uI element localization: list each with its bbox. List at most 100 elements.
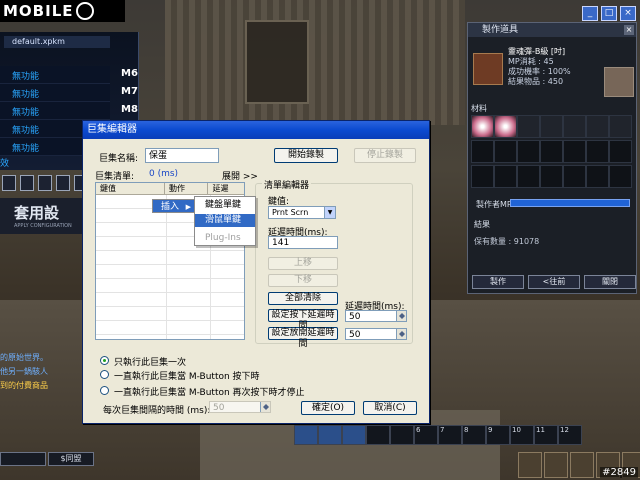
cancel-button[interactable]: 取消(C) xyxy=(363,401,417,415)
post-number-watermark: #2849 xyxy=(600,467,638,478)
file-icon[interactable] xyxy=(2,175,16,191)
hotbar-slot[interactable]: 8 xyxy=(462,425,486,445)
material-slot[interactable] xyxy=(471,140,494,163)
start-record-button[interactable]: 開始錄製 xyxy=(274,148,338,163)
chevron-down-icon[interactable]: ▼ xyxy=(324,207,335,218)
chat-tab-alliance[interactable]: $同盟 xyxy=(48,452,94,466)
hotbar-slot[interactable] xyxy=(342,425,366,445)
macro-name-input[interactable]: 保蛋 xyxy=(145,148,219,163)
macro-slot-row[interactable]: 無功能 M6 xyxy=(0,66,138,84)
chat-tab-button[interactable] xyxy=(0,452,46,466)
ok-button[interactable]: 確定(O) xyxy=(301,401,355,415)
material-slot[interactable] xyxy=(540,165,563,188)
spinner-icon[interactable] xyxy=(396,329,406,339)
clear-all-button[interactable]: 全部清除 xyxy=(268,292,338,305)
interval-input[interactable]: 50 xyxy=(209,401,271,413)
column-header-action[interactable]: 動作 xyxy=(165,183,209,194)
material-slot[interactable] xyxy=(540,140,563,163)
run-until-pressed-radio[interactable] xyxy=(100,386,109,395)
material-slot[interactable] xyxy=(517,165,540,188)
hotbar-slot[interactable]: 10 xyxy=(510,425,534,445)
column-header-key[interactable]: 鍵值 xyxy=(96,183,166,194)
run-once-radio[interactable] xyxy=(100,356,109,365)
close-button[interactable]: 關閉 xyxy=(584,275,636,289)
character-skill-icon[interactable] xyxy=(518,452,542,478)
submenu-arrow-icon: ▶ xyxy=(185,203,191,211)
hotbar-slot[interactable]: 11 xyxy=(534,425,558,445)
character-skill-icon[interactable] xyxy=(570,452,594,478)
hotbar-slot[interactable] xyxy=(318,425,342,445)
maximize-icon[interactable]: □ xyxy=(601,6,617,21)
materials-label: 材料 xyxy=(471,104,487,113)
craft-button[interactable]: 製作 xyxy=(472,275,524,289)
set-press-delay-button[interactable]: 設定按下延遲時間 xyxy=(268,309,338,331)
previous-button[interactable]: <往前 xyxy=(528,275,580,289)
save-icon[interactable] xyxy=(38,175,52,191)
macro-slot-row[interactable]: 無功能 M7 xyxy=(0,84,138,102)
dialog-title-bar[interactable]: 巨集編輯器 xyxy=(83,121,429,139)
hotbar-slot[interactable] xyxy=(294,425,318,445)
hotbar-slot[interactable] xyxy=(366,425,390,445)
column-header-delay[interactable]: 延遲(ms) xyxy=(208,183,244,205)
chat-line: 他另一鍋駭人 xyxy=(0,367,48,376)
material-slot[interactable] xyxy=(586,165,609,188)
material-slot[interactable] xyxy=(471,165,494,188)
material-slot[interactable] xyxy=(609,115,632,138)
apply-config-banner[interactable]: 套用設 APPLY CONFIGURATION xyxy=(0,198,82,234)
material-slot[interactable] xyxy=(586,115,609,138)
material-slot[interactable] xyxy=(609,165,632,188)
close-icon[interactable]: × xyxy=(620,6,636,21)
press-delay-input[interactable]: 50 xyxy=(345,310,407,322)
set-release-delay-button[interactable]: 設定放開延遲時間 xyxy=(268,327,338,349)
hotbar-slot[interactable]: 12 xyxy=(558,425,582,445)
hotbar-slot[interactable]: 6 xyxy=(414,425,438,445)
spinner-icon[interactable] xyxy=(260,402,270,412)
folder-icon[interactable] xyxy=(20,175,34,191)
crystal-material-slot[interactable] xyxy=(494,115,517,138)
material-slot[interactable] xyxy=(540,115,563,138)
key-select[interactable]: Prnt Scrn ▼ xyxy=(268,206,336,219)
menu-item-keyboard-key[interactable]: 鍵盤單鍵 xyxy=(195,199,255,212)
macro-file-name: default.xpkm xyxy=(4,36,110,48)
hotbar-slot[interactable]: 7 xyxy=(438,425,462,445)
crystal-material-slot[interactable] xyxy=(471,115,494,138)
stop-record-button[interactable]: 停止錄製 xyxy=(354,148,416,163)
minimize-icon[interactable]: _ xyxy=(582,6,598,21)
expand-link[interactable]: 展開 >> xyxy=(222,169,258,182)
maker-mp-bar xyxy=(510,199,630,207)
close-icon[interactable]: × xyxy=(624,25,634,35)
move-down-button[interactable]: 下移 xyxy=(268,274,338,287)
release-delay-input[interactable]: 50 xyxy=(345,328,407,340)
material-slot[interactable] xyxy=(563,140,586,163)
macro-slot-row[interactable]: 無功能 M8 xyxy=(0,102,138,120)
hotbar-slot[interactable]: 9 xyxy=(486,425,510,445)
logo-text: MOBILE xyxy=(3,2,74,20)
hotbar-slot[interactable] xyxy=(390,425,414,445)
material-slot[interactable] xyxy=(563,115,586,138)
move-up-button[interactable]: 上移 xyxy=(268,257,338,270)
owned-count: 保有數量 : 91078 xyxy=(474,237,540,246)
menu-item-mouse-button[interactable]: 滑鼠單鍵 xyxy=(195,214,255,227)
insert-menu-item[interactable]: 插入 ▶ xyxy=(152,199,196,213)
logo-ring-icon xyxy=(75,2,94,20)
macro-editor-dialog: 巨集編輯器 巨集名稱: 保蛋 開始錄製 停止錄製 巨集清單: 0 (ms) 展開… xyxy=(82,120,430,424)
game-building-background xyxy=(165,0,465,125)
spinner-icon[interactable] xyxy=(396,311,406,321)
material-slot[interactable] xyxy=(494,165,517,188)
character-skill-icon[interactable] xyxy=(544,452,568,478)
craft-window-title[interactable]: 製作道具 × xyxy=(468,23,636,37)
run-while-held-radio[interactable] xyxy=(100,370,109,379)
macro-slot-label: 無功能 xyxy=(12,72,40,82)
delay-input[interactable]: 141 xyxy=(268,236,338,249)
interval-value: 50 xyxy=(213,403,225,413)
material-slot[interactable] xyxy=(517,115,540,138)
list-editor-group: 清單編輯器 鍵值: Prnt Scrn ▼ 延遲時間(ms): 141 上移 下… xyxy=(255,178,413,349)
material-slot[interactable] xyxy=(494,140,517,163)
copy-icon[interactable] xyxy=(56,175,70,191)
material-slot[interactable] xyxy=(586,140,609,163)
release-delay-value: 50 xyxy=(349,330,361,340)
material-slot[interactable] xyxy=(563,165,586,188)
material-slot[interactable] xyxy=(517,140,540,163)
menu-item-plug-ins[interactable]: Plug-Ins xyxy=(195,232,255,245)
material-slot[interactable] xyxy=(609,140,632,163)
